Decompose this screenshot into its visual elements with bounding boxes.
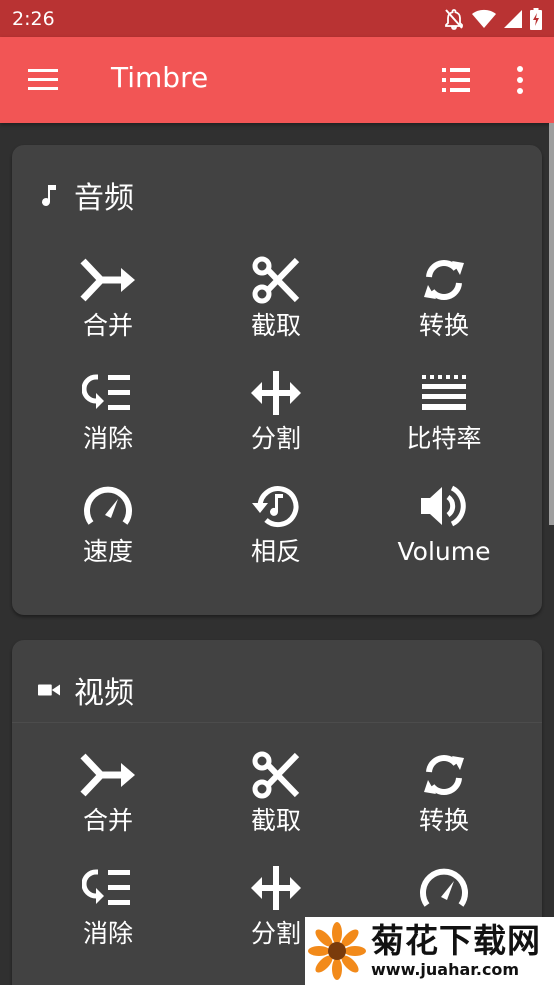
sync-icon bbox=[414, 250, 474, 310]
video-card-header: 视频 bbox=[38, 668, 134, 712]
audio-remove-button[interactable]: 消除 bbox=[24, 363, 192, 476]
watermark: 菊花下载网 www.juahar.com bbox=[305, 917, 554, 985]
video-convert-label: 转换 bbox=[418, 806, 469, 835]
audio-merge-button[interactable]: 合并 bbox=[24, 250, 192, 363]
merge-icon bbox=[78, 250, 138, 310]
video-merge-button[interactable]: 合并 bbox=[24, 745, 192, 858]
watermark-url: www.juahar.com bbox=[371, 960, 520, 979]
audio-remove-label: 消除 bbox=[82, 424, 133, 453]
wifi-icon bbox=[472, 9, 496, 28]
video-remove-label: 消除 bbox=[82, 919, 133, 948]
audio-tools-grid: 合并 截取 转换 消除 分割 比特率 速度 相反 Volume bbox=[24, 250, 528, 589]
status-icons bbox=[444, 7, 542, 30]
audio-speed-button[interactable]: 速度 bbox=[24, 476, 192, 589]
audio-convert-button[interactable]: 转换 bbox=[360, 250, 528, 363]
video-trim-label: 截取 bbox=[250, 806, 301, 835]
split-arrows-icon bbox=[246, 363, 306, 423]
scissors-icon bbox=[246, 745, 306, 805]
sync-icon bbox=[414, 745, 474, 805]
merge-icon bbox=[78, 745, 138, 805]
more-options-button[interactable] bbox=[508, 63, 532, 97]
remove-list-icon bbox=[78, 858, 138, 918]
audio-trim-button[interactable]: 截取 bbox=[192, 250, 360, 363]
video-card-title: 视频 bbox=[74, 676, 134, 711]
scissors-icon bbox=[246, 250, 306, 310]
card-divider bbox=[12, 722, 542, 723]
status-time: 2:26 bbox=[12, 7, 55, 30]
status-bar: 2:26 bbox=[0, 0, 554, 37]
video-convert-button[interactable]: 转换 bbox=[360, 745, 528, 858]
app-title: Timbre bbox=[111, 61, 209, 94]
scrollbar[interactable] bbox=[549, 123, 554, 525]
flower-logo-icon bbox=[308, 922, 366, 980]
video-trim-button[interactable]: 截取 bbox=[192, 745, 360, 858]
notifications-off-icon bbox=[445, 8, 463, 30]
audio-split-button[interactable]: 分割 bbox=[192, 363, 360, 476]
menu-button[interactable] bbox=[26, 65, 60, 95]
speedometer-icon bbox=[78, 476, 138, 536]
videocam-icon bbox=[38, 677, 60, 703]
bitrate-icon bbox=[414, 363, 474, 423]
speedometer-icon bbox=[414, 858, 474, 918]
list-view-button[interactable] bbox=[440, 65, 472, 95]
audio-bitrate-label: 比特率 bbox=[406, 424, 482, 453]
video-split-label: 分割 bbox=[250, 919, 301, 948]
audio-reverse-button[interactable]: 相反 bbox=[192, 476, 360, 589]
watermark-name: 菊花下载网 bbox=[371, 921, 541, 960]
audio-volume-button[interactable]: Volume bbox=[360, 476, 528, 589]
audio-reverse-label: 相反 bbox=[250, 537, 301, 566]
battery-icon bbox=[530, 7, 542, 30]
list-icon bbox=[442, 68, 470, 92]
audio-split-label: 分割 bbox=[250, 424, 301, 453]
volume-icon bbox=[414, 476, 474, 536]
video-remove-button[interactable]: 消除 bbox=[24, 858, 192, 971]
audio-card-title: 音频 bbox=[74, 181, 134, 216]
hamburger-icon bbox=[28, 69, 58, 90]
reverse-music-icon bbox=[246, 476, 306, 536]
audio-card: 音频 合并 截取 转换 消除 分割 比特率 速度 相反 Volume bbox=[12, 145, 542, 615]
audio-convert-label: 转换 bbox=[418, 311, 469, 340]
remove-list-icon bbox=[78, 363, 138, 423]
app-bar: Timbre bbox=[0, 37, 554, 123]
audio-bitrate-button[interactable]: 比特率 bbox=[360, 363, 528, 476]
audio-trim-label: 截取 bbox=[250, 311, 301, 340]
split-arrows-icon bbox=[246, 858, 306, 918]
cell-signal-icon bbox=[504, 9, 522, 28]
video-merge-label: 合并 bbox=[82, 806, 133, 835]
audio-volume-label: Volume bbox=[397, 537, 491, 566]
audio-card-header: 音频 bbox=[38, 173, 134, 217]
audio-merge-label: 合并 bbox=[82, 311, 133, 340]
more-vert-icon bbox=[517, 66, 523, 94]
audio-speed-label: 速度 bbox=[82, 537, 133, 566]
music-note-icon bbox=[38, 182, 60, 208]
